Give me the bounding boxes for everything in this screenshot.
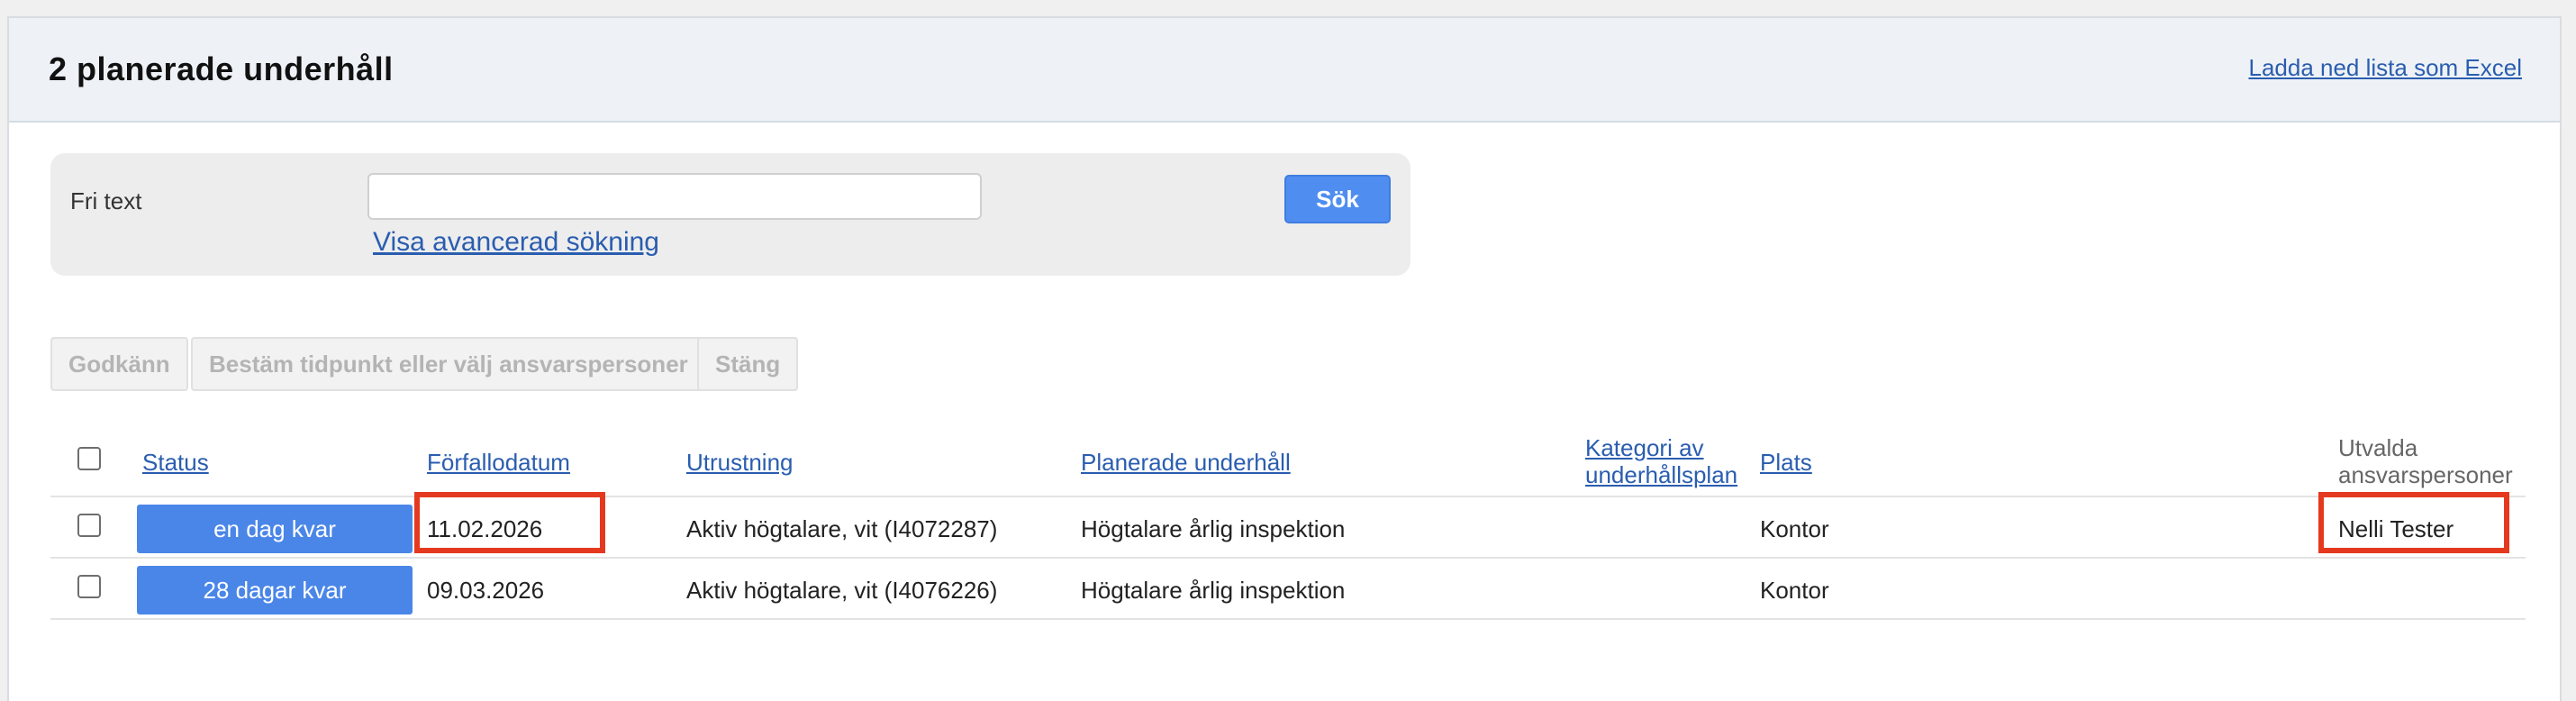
maintenance-panel: 2 planerade underhåll Ladda ned lista so… [7, 16, 2562, 701]
column-location[interactable]: Plats [1760, 449, 1812, 476]
equipment-cell: Aktiv högtalare, vit (I4076226) [686, 577, 998, 604]
column-responsible-line1: Utvalda [2338, 434, 2418, 461]
column-due-date[interactable]: Förfallodatum [427, 449, 570, 476]
column-status[interactable]: Status [142, 449, 209, 476]
panel-header: 2 planerade underhåll Ladda ned lista so… [9, 18, 2560, 123]
page-title: 2 planerade underhåll [49, 50, 394, 87]
search-box: Fri text Visa avancerad sökning Sök [50, 153, 1410, 276]
due-date-highlight [414, 492, 605, 553]
search-button[interactable]: Sök [1284, 175, 1391, 223]
select-all-checkbox[interactable] [77, 447, 101, 470]
planned-maintenance-cell: Högtalare årlig inspektion [1081, 515, 1346, 542]
column-category-line2: underhållsplan [1585, 461, 1738, 488]
column-responsible: Utvalda ansvarspersoner [2338, 434, 2513, 488]
column-category-line1: Kategori av [1585, 434, 1704, 461]
location-cell: Kontor [1760, 577, 1829, 604]
advanced-search-link[interactable]: Visa avancerad sökning [373, 227, 659, 258]
column-category[interactable]: Kategori av underhållsplan [1585, 434, 1737, 488]
status-badge[interactable]: en dag kvar [137, 505, 413, 553]
column-equipment[interactable]: Utrustning [686, 449, 794, 476]
row-divider [50, 618, 2526, 620]
due-date-cell: 09.03.2026 [427, 577, 545, 604]
equipment-cell: Aktiv högtalare, vit (I4072287) [686, 515, 998, 542]
schedule-button[interactable]: Bestäm tidpunkt eller välj ansvarsperson… [191, 337, 706, 391]
search-input[interactable] [367, 173, 982, 220]
status-badge[interactable]: 28 dagar kvar [137, 566, 413, 615]
column-planned-maintenance[interactable]: Planerade underhåll [1081, 449, 1291, 476]
row-checkbox[interactable] [77, 514, 101, 537]
download-excel-link[interactable]: Ladda ned lista som Excel [2248, 54, 2522, 82]
close-button[interactable]: Stäng [697, 337, 799, 391]
row-divider [50, 557, 2526, 559]
search-label: Fri text [70, 187, 142, 214]
planned-maintenance-cell: Högtalare årlig inspektion [1081, 577, 1346, 604]
location-cell: Kontor [1760, 515, 1829, 542]
row-checkbox[interactable] [77, 575, 101, 598]
responsible-highlight [2318, 492, 2509, 553]
approve-button[interactable]: Godkänn [50, 337, 188, 391]
column-responsible-line2: ansvarspersoner [2338, 461, 2513, 488]
